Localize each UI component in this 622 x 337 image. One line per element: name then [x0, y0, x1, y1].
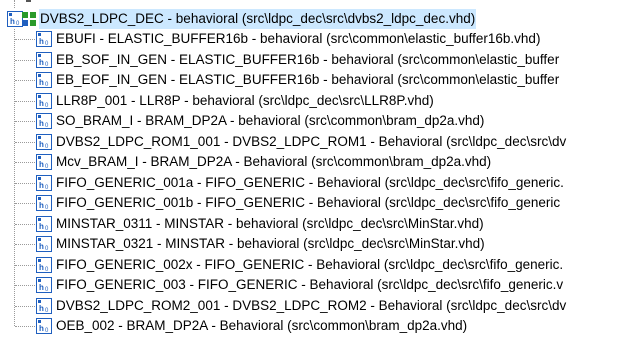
svg-text:h: h: [39, 99, 44, 108]
tree-connector-horizontal: [15, 244, 35, 245]
tree-item-label: SO_BRAM_I - BRAM_DP2A - behavioral (src\…: [56, 113, 485, 128]
tree-connector-horizontal: [15, 285, 35, 286]
vhdl-module-icon: h0: [36, 31, 52, 47]
tree-connector-horizontal: [15, 121, 35, 122]
tree-item-label: LLR8P_001 - LLR8P - behavioral (src\ldpc…: [56, 93, 434, 108]
svg-text:h: h: [39, 324, 44, 333]
vhdl-module-icon: h0: [36, 318, 52, 334]
vhdl-module-icon: h0: [36, 154, 52, 170]
tree-item-label: DVBS2_LDPC_ROM1_001 - DVBS2_LDPC_ROM1 - …: [56, 134, 567, 149]
tree-connector-horizontal: [15, 142, 35, 143]
vhdl-module-icon: h0: [36, 257, 52, 273]
svg-text:h: h: [39, 140, 44, 149]
tree-connector-horizontal: [15, 80, 35, 81]
tree-item-label: EB_SOF_IN_GEN - ELASTIC_BUFFER16b - beha…: [56, 52, 560, 67]
tree-connector-horizontal: [15, 183, 35, 184]
hierarchy-tree[interactable]: h 0 DVBS2_LDPC_DEC - behavioral (src\ldp…: [0, 0, 622, 337]
svg-text:h: h: [39, 201, 44, 210]
svg-text:h: h: [39, 160, 44, 169]
tree-item-label: FIFO_GENERIC_001a - FIFO_GENERIC - Behav…: [56, 175, 564, 190]
svg-text:h: h: [39, 242, 44, 251]
hierarchy-icon: [22, 12, 36, 26]
vhdl-module-icon: h0: [36, 93, 52, 109]
vhdl-module-icon: h0: [36, 236, 52, 252]
tree-item-label: FIFO_GENERIC_001b - FIFO_GENERIC - Behav…: [56, 195, 561, 210]
svg-text:h: h: [39, 222, 44, 231]
tree-connector-horizontal: [15, 224, 35, 225]
svg-text:h: h: [39, 181, 44, 190]
vhdl-module-icon: h0: [36, 195, 52, 211]
tree-connector-horizontal: [15, 203, 35, 204]
tree-connector-horizontal: [15, 60, 35, 61]
tree-item-label: FIFO_GENERIC_002x - FIFO_GENERIC - Behav…: [56, 257, 564, 272]
vhdl-module-icon: h0: [36, 298, 52, 314]
vhdl-module-icon: h0: [36, 175, 52, 191]
tree-item-label: Mcv_BRAM_I - BRAM_DP2A - Behavioral (src…: [56, 154, 492, 169]
svg-text:h: h: [39, 304, 44, 313]
tree-connector-horizontal: [15, 101, 35, 102]
tree-connector-horizontal: [15, 162, 35, 163]
svg-text:h: h: [39, 263, 44, 272]
tree-item-label: MINSTAR_0311 - MINSTAR - behavioral (src…: [56, 216, 484, 231]
tree-item-label: DVBS2_LDPC_ROM2_001 - DVBS2_LDPC_ROM2 - …: [56, 298, 567, 313]
vhdl-module-icon: h0: [36, 134, 52, 150]
tree-connector-top: [14, 0, 15, 8]
vhdl-module-icon: h0: [36, 113, 52, 129]
tree-connector-horizontal: [15, 326, 35, 327]
tree-connector-vertical: [14, 29, 15, 326]
svg-text:h: h: [10, 17, 15, 26]
tree-item-label: OEB_002 - BRAM_DP2A - Behavioral (src\co…: [56, 318, 468, 333]
vhdl-module-icon: h0: [36, 72, 52, 88]
tree-connector-horizontal: [15, 265, 35, 266]
tree-root-label: DVBS2_LDPC_DEC - behavioral (src\ldpc_de…: [39, 9, 477, 29]
svg-text:h: h: [39, 283, 44, 292]
tree-item-label: EB_EOF_IN_GEN - ELASTIC_BUFFER16b - beha…: [56, 72, 560, 87]
svg-text:h: h: [39, 78, 44, 87]
tree-connector-horizontal: [15, 306, 35, 307]
tree-item-label: MINSTAR_0321 - MINSTAR - behavioral (src…: [56, 236, 485, 251]
svg-text:h: h: [39, 119, 44, 128]
tree-connector-horizontal: [15, 39, 35, 40]
svg-text:h: h: [39, 58, 44, 67]
vhdl-module-icon: h0: [36, 216, 52, 232]
svg-text:h: h: [39, 37, 44, 46]
tree-item-label: EBUFI - ELASTIC_BUFFER16b - behavioral (…: [56, 31, 541, 46]
tree-item-label: FIFO_GENERIC_003 - FIFO_GENERIC - Behavi…: [56, 277, 564, 292]
vhdl-module-icon: h0: [36, 52, 52, 68]
vhdl-module-icon: h0: [36, 277, 52, 293]
tree-connector-mark: [26, 0, 31, 2]
